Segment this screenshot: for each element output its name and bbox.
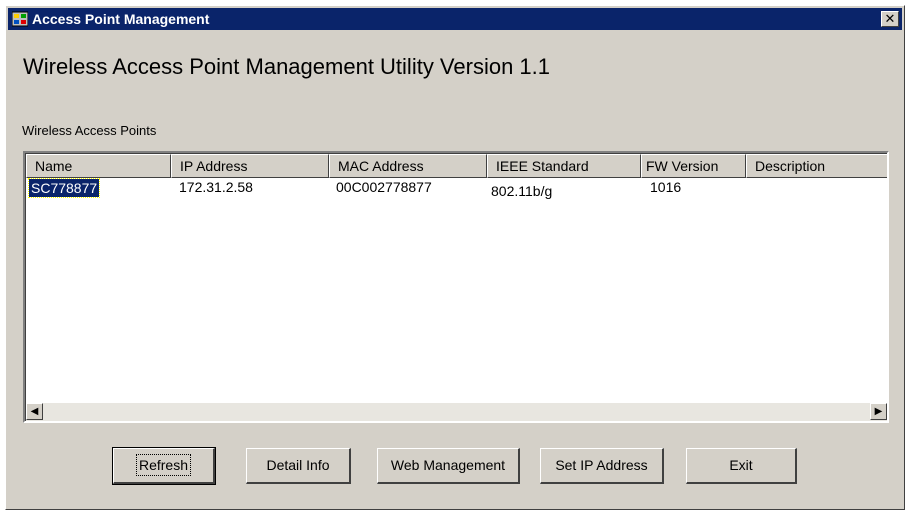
table-row[interactable]: SC778877 172.31.2.58 00C002778877 802.11… <box>26 178 887 200</box>
cell-mac-address: 00C002778877 <box>336 179 432 195</box>
column-header-fw-version[interactable]: FW Version <box>641 154 746 178</box>
access-points-list[interactable]: Name IP Address MAC Address IEEE Standar… <box>23 151 889 423</box>
cell-name[interactable]: SC778877 <box>27 178 101 198</box>
window-title: Access Point Management <box>32 11 210 27</box>
detail-info-button[interactable]: Detail Info <box>246 448 351 484</box>
column-header-ip-address[interactable]: IP Address <box>171 154 329 178</box>
detail-info-button-label: Detail Info <box>266 457 330 473</box>
exit-button[interactable]: Exit <box>686 448 797 484</box>
list-header: Name IP Address MAC Address IEEE Standar… <box>26 154 887 178</box>
set-ip-address-button-label: Set IP Address <box>555 457 648 473</box>
exit-button-label: Exit <box>729 457 753 473</box>
refresh-button[interactable]: Refresh <box>112 447 216 485</box>
page-title: Wireless Access Point Management Utility… <box>23 54 551 79</box>
column-header-description[interactable]: Description <box>746 154 887 178</box>
refresh-button-label: Refresh <box>135 454 192 476</box>
app-window: Access Point Management ✕ Wireless Acces… <box>5 5 905 510</box>
web-management-button-label: Web Management <box>390 457 506 473</box>
horizontal-scrollbar[interactable]: ◀ ▶ <box>26 403 887 421</box>
access-points-label: Wireless Access Points <box>22 123 157 138</box>
column-header-mac-address[interactable]: MAC Address <box>329 154 487 178</box>
column-header-name[interactable]: Name <box>26 154 171 178</box>
column-header-ieee-standard[interactable]: IEEE Standard <box>487 154 641 178</box>
cell-ip-address: 172.31.2.58 <box>179 179 253 195</box>
scroll-left-icon[interactable]: ◀ <box>26 403 43 420</box>
web-management-button[interactable]: Web Management <box>377 448 520 484</box>
scroll-right-icon[interactable]: ▶ <box>870 403 887 420</box>
title-bar[interactable]: Access Point Management ✕ <box>8 8 902 30</box>
close-icon[interactable]: ✕ <box>881 11 899 27</box>
cell-fw-version: 1016 <box>650 179 682 195</box>
app-icon <box>11 11 29 27</box>
set-ip-address-button[interactable]: Set IP Address <box>540 448 664 484</box>
cell-ieee-standard: 802.11b/g <box>491 183 553 199</box>
